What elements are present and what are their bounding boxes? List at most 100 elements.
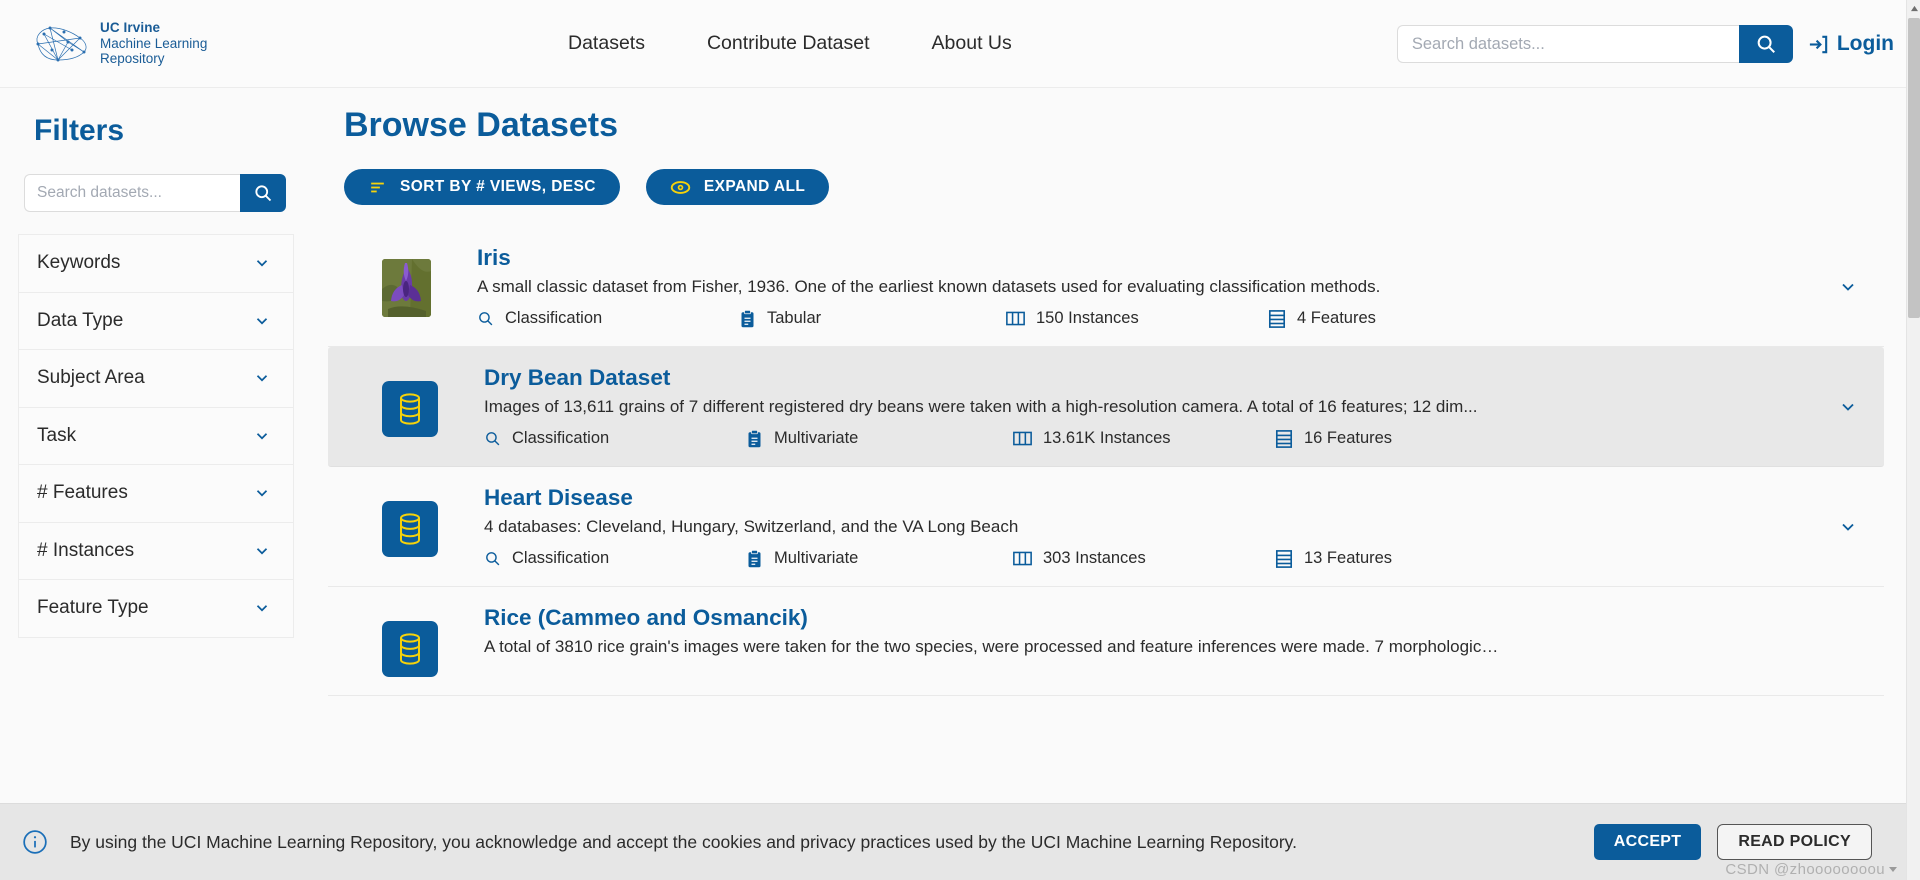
nav-item-about-us[interactable]: About Us <box>932 32 1012 55</box>
logo-line-2: Machine Learning <box>100 35 208 51</box>
clipboard-icon <box>748 549 761 567</box>
dataset-description: 4 databases: Cleveland, Hungary, Switzer… <box>484 517 1019 536</box>
dataset-description: A small classic dataset from Fisher, 193… <box>477 277 1381 296</box>
search-icon <box>255 185 272 202</box>
chevron-up-icon <box>1910 5 1918 11</box>
dataset-row[interactable]: Heart Disease 4 databases: Cleveland, Hu… <box>328 467 1884 587</box>
database-icon <box>382 501 438 557</box>
login-label: Login <box>1836 32 1894 55</box>
expand-row-chevron-down-icon[interactable] <box>1838 397 1858 417</box>
meta-features: 16 Features <box>1275 429 1392 448</box>
chevron-down-icon <box>256 490 268 497</box>
scrollbar-up-arrow-icon[interactable] <box>1907 0 1920 16</box>
logo-text: UC Irvine Machine Learning Repository <box>100 20 207 67</box>
dataset-meta: Classification Multivaria <box>484 549 1838 568</box>
meta-instances: 150 Instances <box>1006 309 1268 328</box>
header-search-input[interactable] <box>1396 25 1739 63</box>
body-area: Filters Keywords Data Type <box>0 88 1920 880</box>
meta-instances: 13.61K Instances <box>1013 429 1275 448</box>
watermark: CSDN @zhoooooooou <box>1725 861 1898 878</box>
dataset-title[interactable]: Dry Bean Dataset <box>484 365 1838 391</box>
magnifier-icon <box>479 312 493 326</box>
columns-icon <box>1013 551 1032 566</box>
database-icon <box>382 381 438 437</box>
cookie-banner-actions: ACCEPT READ POLICY <box>1593 824 1872 860</box>
read-policy-button[interactable]: READ POLICY <box>1717 824 1872 860</box>
database-cylinder-icon <box>400 633 420 665</box>
filter-label: # Features <box>37 482 128 504</box>
expand-all-button[interactable]: EXPAND ALL <box>645 169 830 205</box>
sort-by-button[interactable]: SORT BY # VIEWS, DESC <box>344 169 620 205</box>
clipboard-icon <box>741 309 754 327</box>
page-root: UC Irvine Machine Learning Repository Da… <box>0 0 1920 880</box>
dataset-title[interactable]: Rice (Cammeo and Osmancik) <box>484 605 1838 631</box>
filter-item-task[interactable]: Task <box>19 407 293 465</box>
dataset-thumbnail-iris <box>382 259 431 317</box>
meta-label: 150 Instances <box>1036 309 1139 327</box>
site-logo[interactable]: UC Irvine Machine Learning Repository <box>28 20 358 67</box>
sidebar-search-input[interactable] <box>24 174 240 212</box>
toolbar: SORT BY # VIEWS, DESC EXPAND ALL <box>344 169 1884 205</box>
logo-line-1: UC Irvine <box>100 20 161 36</box>
scrollbar-thumb[interactable] <box>1908 18 1920 318</box>
chevron-down-icon <box>256 605 268 612</box>
cookie-consent-banner: By using the UCI Machine Learning Reposi… <box>0 803 1906 880</box>
meta-label: Multivariate <box>774 549 859 567</box>
expand-row-chevron-down-icon[interactable] <box>1838 517 1858 537</box>
header-search-group <box>1396 25 1793 63</box>
watermark-text: CSDN @zhoooooooou <box>1725 861 1885 878</box>
dataset-list: Iris A small classic dataset from Fisher… <box>328 227 1884 696</box>
chevron-down-icon <box>1889 867 1897 872</box>
dataset-thumbnail <box>382 381 438 437</box>
filter-label: Task <box>37 424 77 446</box>
dataset-title[interactable]: Iris <box>477 245 1838 271</box>
meta-instances: 303 Instances <box>1013 549 1275 568</box>
filter-item-subject-area[interactable]: Subject Area <box>19 350 293 408</box>
nav-item-datasets[interactable]: Datasets <box>568 32 645 55</box>
nav-item-contribute-dataset[interactable]: Contribute Dataset <box>707 32 870 55</box>
dataset-info: Iris A small classic dataset from Fisher… <box>477 245 1838 328</box>
dataset-info: Heart Disease 4 databases: Cleveland, Hu… <box>484 485 1838 568</box>
filter-label: Keywords <box>37 252 121 274</box>
filter-item-num-instances[interactable]: # Instances <box>19 522 293 580</box>
meta-task: Classification <box>477 309 739 328</box>
filter-item-feature-type[interactable]: Feature Type <box>19 580 293 638</box>
rows-icon <box>1275 549 1293 568</box>
header-right-group: Login <box>1396 0 1894 88</box>
dataset-meta: Classification Multivaria <box>484 429 1838 448</box>
sidebar-search-button[interactable] <box>240 174 286 212</box>
meta-data-type: Multivariate <box>746 429 1013 448</box>
page-title: Browse Datasets <box>344 106 619 144</box>
dataset-row[interactable]: Rice (Cammeo and Osmancik) A total of 38… <box>328 587 1884 696</box>
header-search-button[interactable] <box>1738 25 1793 63</box>
accept-cookies-button[interactable]: ACCEPT <box>1593 824 1702 860</box>
meta-label: Classification <box>512 549 610 567</box>
logo-line-3: Repository <box>100 51 165 67</box>
dataset-description: Images of 13,611 grains of 7 different r… <box>484 397 1478 416</box>
meta-label: 16 Features <box>1304 429 1393 447</box>
meta-features: 13 Features <box>1275 549 1392 568</box>
meta-label: Multivariate <box>774 429 859 447</box>
dataset-row[interactable]: Dry Bean Dataset Images of 13,611 grains… <box>328 347 1884 467</box>
dataset-meta: Classification Tabular 150 Instances 4 F… <box>477 309 1838 328</box>
page-scrollbar[interactable] <box>1906 0 1920 880</box>
columns-icon <box>1013 431 1032 446</box>
meta-label: 13.61K Instances <box>1043 429 1171 447</box>
dataset-description: A total of 3810 rice grain's images were… <box>484 637 1499 656</box>
site-header: UC Irvine Machine Learning Repository Da… <box>0 0 1920 88</box>
meta-label: Classification <box>505 309 603 327</box>
filter-item-keywords[interactable]: Keywords <box>19 235 293 293</box>
filter-label: Data Type <box>37 309 124 331</box>
expand-row-chevron-down-icon[interactable] <box>1838 277 1858 297</box>
dataset-thumbnail <box>382 621 438 677</box>
filter-item-num-features[interactable]: # Features <box>19 465 293 523</box>
dataset-row[interactable]: Iris A small classic dataset from Fisher… <box>328 227 1884 347</box>
dataset-title[interactable]: Heart Disease <box>484 485 1838 511</box>
eye-icon <box>670 180 691 194</box>
meta-label: 13 Features <box>1304 549 1393 567</box>
meta-data-type: Tabular <box>739 309 1006 328</box>
login-button[interactable]: Login <box>1807 32 1894 56</box>
search-icon <box>1757 35 1775 53</box>
filter-item-data-type[interactable]: Data Type <box>19 292 293 350</box>
rows-icon <box>1268 309 1286 328</box>
